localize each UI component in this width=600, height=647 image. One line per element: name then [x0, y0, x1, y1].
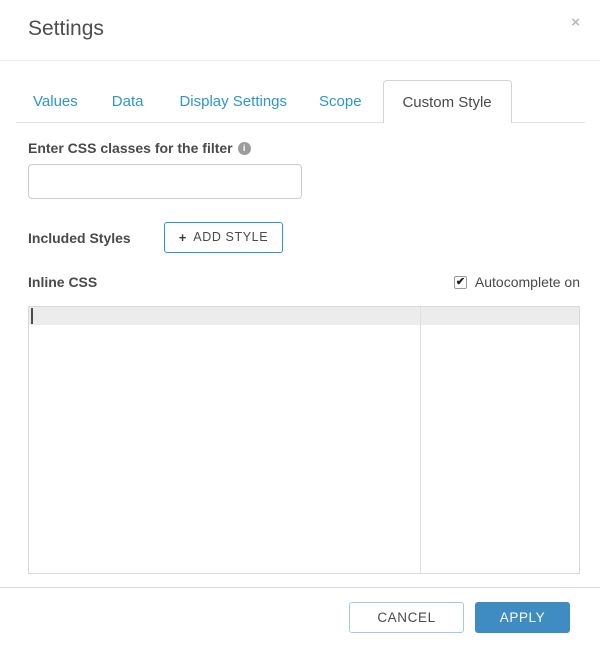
tab-panel-custom-style: Enter CSS classes for the filter i Inclu…: [0, 140, 600, 574]
inline-css-label: Inline CSS: [28, 274, 98, 290]
tab-display-settings[interactable]: Display Settings: [179, 94, 287, 123]
cancel-button[interactable]: CANCEL: [349, 602, 464, 633]
editor-cursor: [31, 308, 33, 324]
close-icon[interactable]: ×: [567, 12, 584, 34]
tab-bar: Values Data Display Settings Scope Custo…: [0, 80, 600, 123]
dialog-footer: CANCEL APPLY: [0, 587, 600, 633]
autocomplete-checkbox[interactable]: ✔: [453, 275, 467, 289]
apply-button[interactable]: APPLY: [475, 602, 570, 633]
tab-custom-style[interactable]: Custom Style: [382, 80, 512, 123]
included-styles-label: Included Styles: [28, 229, 131, 246]
editor-print-margin: [420, 307, 421, 573]
css-classes-input[interactable]: [28, 164, 302, 199]
info-icon[interactable]: i: [237, 141, 251, 155]
autocomplete-label: Autocomplete on: [474, 274, 580, 290]
tab-data[interactable]: Data: [112, 94, 144, 123]
plus-icon: +: [178, 230, 187, 245]
add-style-button[interactable]: + ADD STYLE: [163, 222, 284, 253]
tab-values[interactable]: Values: [33, 94, 78, 123]
dialog-title: Settings: [28, 17, 104, 40]
settings-dialog: Settings × Values Data Display Settings …: [0, 0, 600, 647]
add-style-button-label: ADD STYLE: [193, 230, 269, 244]
editor-active-line: [29, 307, 579, 325]
css-classes-label: Enter CSS classes for the filter: [28, 140, 233, 156]
dialog-header: Settings ×: [0, 0, 600, 61]
tab-scope[interactable]: Scope: [319, 94, 362, 123]
css-code-editor[interactable]: [28, 306, 580, 574]
